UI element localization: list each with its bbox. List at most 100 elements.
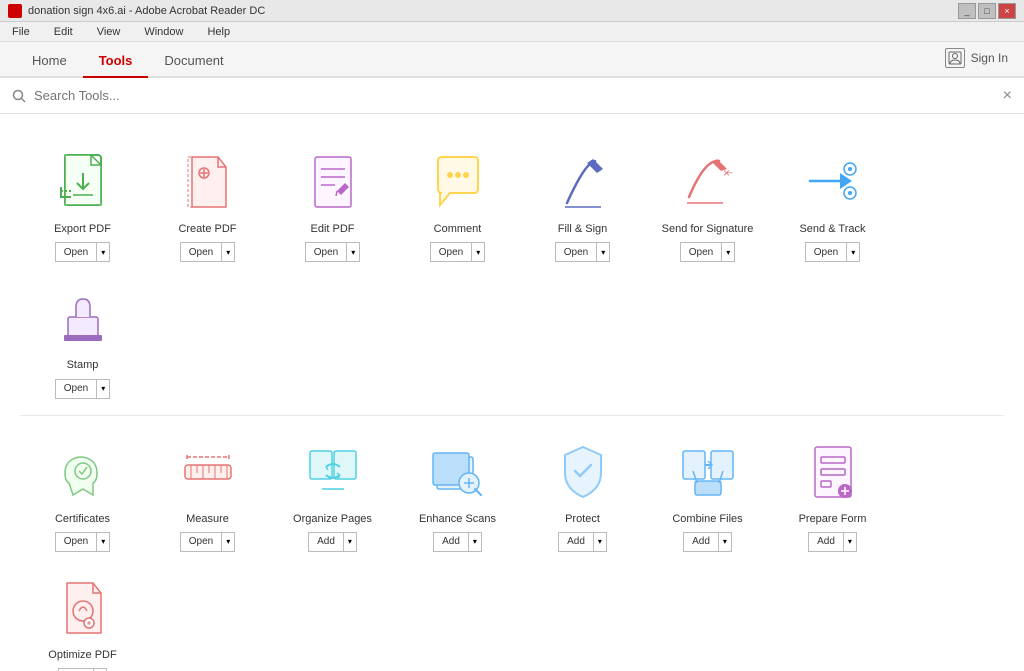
protect-label: Protect	[565, 512, 600, 526]
certificates-label: Certificates	[55, 512, 110, 526]
enhance-scans-label: Enhance Scans	[419, 512, 496, 526]
sign-in-icon	[945, 48, 965, 68]
comment-btn-group: Open ▾	[430, 242, 485, 262]
enhance-scans-add-btn[interactable]: Add	[433, 532, 469, 552]
sign-in-label: Sign In	[971, 51, 1008, 65]
stamp-open-btn[interactable]: Open	[55, 379, 97, 399]
tab-home[interactable]: Home	[16, 45, 83, 78]
tool-protect[interactable]: Protect Add ▾	[520, 424, 645, 560]
enhance-scans-icon	[426, 440, 490, 504]
tools-grid: Export PDF Open ▾ Create PDF Open	[20, 134, 1004, 671]
menu-file[interactable]: File	[8, 24, 34, 40]
tool-optimize-pdf[interactable]: Optimize PDF Add ▾	[20, 560, 145, 671]
sign-in-area[interactable]: Sign In	[945, 48, 1008, 76]
tool-edit-pdf[interactable]: Edit PDF Open ▾	[270, 134, 395, 270]
minimize-button[interactable]: _	[958, 3, 976, 19]
protect-icon	[551, 440, 615, 504]
row-divider-1	[20, 415, 1004, 416]
certificates-arrow-btn[interactable]: ▾	[97, 532, 110, 552]
prepare-form-arrow-btn[interactable]: ▾	[844, 532, 857, 552]
measure-icon	[176, 440, 240, 504]
organize-pages-add-btn[interactable]: Add	[308, 532, 344, 552]
export-pdf-arrow-btn[interactable]: ▾	[97, 242, 110, 262]
optimize-pdf-label: Optimize PDF	[48, 648, 116, 662]
send-track-open-btn[interactable]: Open	[805, 242, 847, 262]
organize-pages-icon	[301, 440, 365, 504]
tab-document[interactable]: Document	[148, 45, 239, 78]
create-pdf-arrow-btn[interactable]: ▾	[222, 242, 235, 262]
export-pdf-open-btn[interactable]: Open	[55, 242, 97, 262]
measure-label: Measure	[186, 512, 229, 526]
window-title: donation sign 4x6.ai - Adobe Acrobat Rea…	[28, 5, 265, 17]
fill-sign-open-btn[interactable]: Open	[555, 242, 597, 262]
comment-open-btn[interactable]: Open	[430, 242, 472, 262]
tool-certificates[interactable]: Certificates Open ▾	[20, 424, 145, 560]
search-icon	[12, 89, 26, 103]
create-pdf-label: Create PDF	[178, 222, 236, 236]
organize-pages-btn-group: Add ▾	[308, 532, 357, 552]
menu-edit[interactable]: Edit	[50, 24, 77, 40]
prepare-form-icon	[801, 440, 865, 504]
create-pdf-open-btn[interactable]: Open	[180, 242, 222, 262]
maximize-button[interactable]: □	[978, 3, 996, 19]
fill-sign-arrow-btn[interactable]: ▾	[597, 242, 610, 262]
tool-stamp[interactable]: Stamp Open ▾	[20, 270, 145, 406]
protect-arrow-btn[interactable]: ▾	[594, 532, 607, 552]
app-icon	[8, 4, 22, 18]
measure-open-btn[interactable]: Open	[180, 532, 222, 552]
tool-comment[interactable]: Comment Open ▾	[395, 134, 520, 270]
enhance-scans-arrow-btn[interactable]: ▾	[469, 532, 482, 552]
edit-pdf-icon	[301, 150, 365, 214]
comment-label: Comment	[434, 222, 482, 236]
svg-text:_: _	[726, 163, 733, 174]
send-signature-btn-group: Open ▾	[680, 242, 735, 262]
tool-organize-pages[interactable]: Organize Pages Add ▾	[270, 424, 395, 560]
combine-files-arrow-btn[interactable]: ▾	[719, 532, 732, 552]
tool-enhance-scans[interactable]: Enhance Scans Add ▾	[395, 424, 520, 560]
send-track-arrow-btn[interactable]: ▾	[847, 242, 860, 262]
comment-arrow-btn[interactable]: ▾	[472, 242, 485, 262]
organize-pages-arrow-btn[interactable]: ▾	[344, 532, 357, 552]
prepare-form-label: Prepare Form	[799, 512, 867, 526]
tool-combine-files[interactable]: Combine Files Add ▾	[645, 424, 770, 560]
menu-window[interactable]: Window	[140, 24, 187, 40]
tool-fill-sign[interactable]: Fill & Sign Open ▾	[520, 134, 645, 270]
edit-pdf-label: Edit PDF	[310, 222, 354, 236]
comment-icon	[426, 150, 490, 214]
menu-help[interactable]: Help	[203, 24, 234, 40]
export-pdf-label: Export PDF	[54, 222, 111, 236]
tool-create-pdf[interactable]: Create PDF Open ▾	[145, 134, 270, 270]
search-close-icon[interactable]: ×	[1003, 87, 1012, 105]
create-pdf-btn-group: Open ▾	[180, 242, 235, 262]
search-input[interactable]	[34, 88, 995, 103]
fill-sign-btn-group: Open ▾	[555, 242, 610, 262]
tool-prepare-form[interactable]: Prepare Form Add ▾	[770, 424, 895, 560]
enhance-scans-btn-group: Add ▾	[433, 532, 482, 552]
tool-export-pdf[interactable]: Export PDF Open ▾	[20, 134, 145, 270]
combine-files-add-btn[interactable]: Add	[683, 532, 719, 552]
tab-bar: Home Tools Document Sign In	[0, 42, 1024, 78]
certificates-icon	[51, 440, 115, 504]
certificates-open-btn[interactable]: Open	[55, 532, 97, 552]
prepare-form-add-btn[interactable]: Add	[808, 532, 844, 552]
edit-pdf-arrow-btn[interactable]: ▾	[347, 242, 360, 262]
measure-arrow-btn[interactable]: ▾	[222, 532, 235, 552]
tool-send-signature[interactable]: × _ Send for Signature Open ▾	[645, 134, 770, 270]
close-button[interactable]: ×	[998, 3, 1016, 19]
window-controls[interactable]: _ □ ×	[958, 3, 1016, 19]
tool-send-track[interactable]: Send & Track Open ▾	[770, 134, 895, 270]
edit-pdf-open-btn[interactable]: Open	[305, 242, 347, 262]
send-track-icon	[801, 150, 865, 214]
tab-tools[interactable]: Tools	[83, 45, 149, 78]
tool-measure[interactable]: Measure Open ▾	[145, 424, 270, 560]
send-signature-arrow-btn[interactable]: ▾	[722, 242, 735, 262]
protect-add-btn[interactable]: Add	[558, 532, 594, 552]
export-pdf-icon	[51, 150, 115, 214]
menu-view[interactable]: View	[93, 24, 125, 40]
send-signature-label: Send for Signature	[662, 222, 754, 236]
stamp-arrow-btn[interactable]: ▾	[97, 379, 110, 399]
send-signature-icon: × _	[676, 150, 740, 214]
create-pdf-icon	[176, 150, 240, 214]
fill-sign-label: Fill & Sign	[558, 222, 608, 236]
send-signature-open-btn[interactable]: Open	[680, 242, 722, 262]
